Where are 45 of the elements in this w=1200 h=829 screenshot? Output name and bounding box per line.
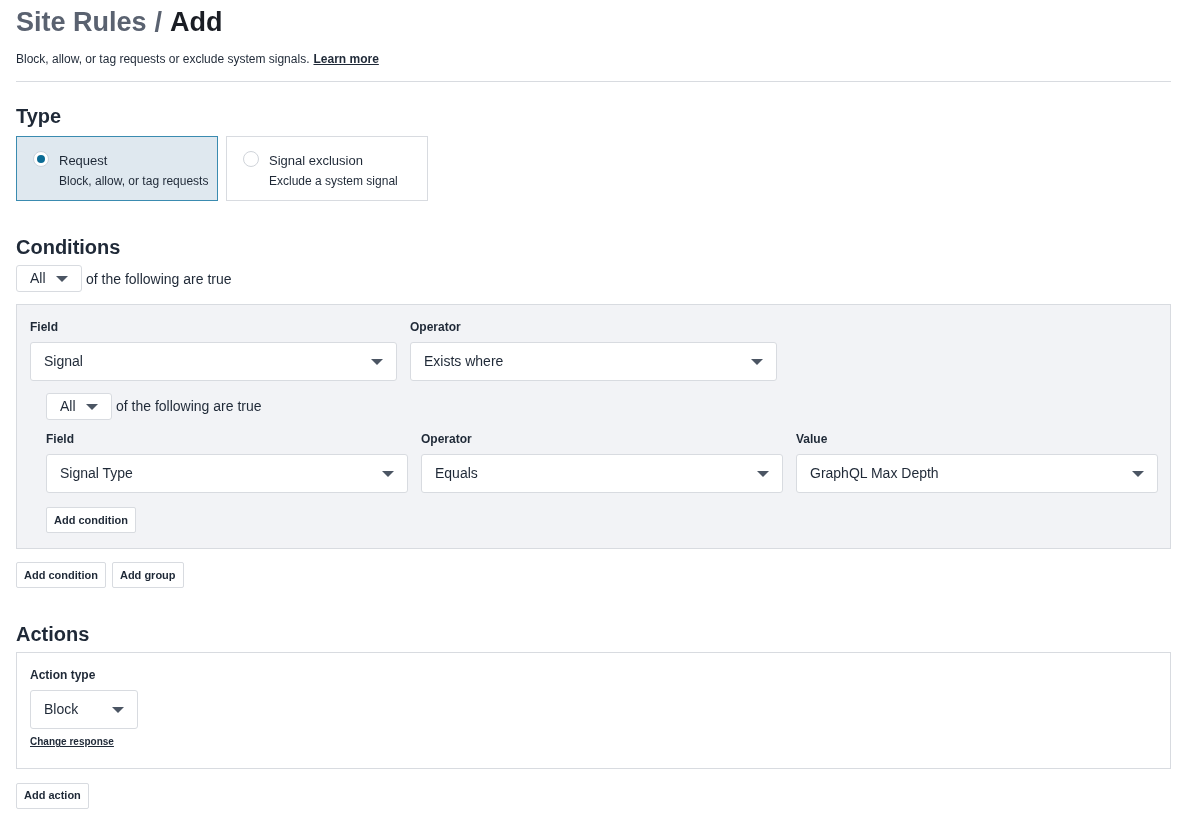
page-title: Add [170,6,223,38]
add-button[interactable]: Add group [111,562,184,589]
match-select[interactable]: All [46,393,112,420]
radio-button[interactable] [243,151,259,167]
caret-icon [382,470,394,477]
field-label: Operator [421,432,473,447]
field-label: Field [46,432,75,447]
caret-icon [56,275,68,282]
change-response-link[interactable]: Change response [30,735,114,749]
caret-icon [112,706,124,713]
dropdown-field[interactable]: GraphQL Max Depth [796,454,1158,493]
add-button[interactable]: Add action [16,782,89,809]
caret-icon [86,403,98,410]
dropdown-field[interactable]: Signal Type [46,454,408,493]
caret-icon [757,470,769,477]
dropdown-field[interactable]: Block [30,690,138,730]
option-subtitle: Exclude a system signal [269,173,398,189]
option-title: Signal exclusion [269,152,364,170]
caret-icon [751,358,763,365]
field-label: Value [796,432,829,447]
type-option-card[interactable]: Signal exclusion Exclude a system signal [226,136,428,201]
caret-icon [1132,470,1144,477]
caret-icon [371,358,383,365]
dropdown-field[interactable]: Signal [30,342,397,381]
field-label: Field [30,320,59,335]
match-text: of the following are true [86,269,232,288]
field-label: Operator [410,320,462,335]
breadcrumb-separator: / [154,6,163,38]
section-heading: Conditions [16,235,122,259]
match-select[interactable]: All [16,265,82,292]
type-option-card[interactable]: Request Block, allow, or tag requests [16,136,218,201]
breadcrumb-parent[interactable]: Site Rules [16,6,147,38]
add-button[interactable]: Add condition [16,562,106,589]
section-heading: Actions [16,622,91,647]
page-description: Block, allow, or tag requests or exclude system signals. [16,51,310,67]
option-title: Request [59,152,109,170]
dropdown-field[interactable]: Equals [421,454,783,493]
learn-more-link[interactable]: Learn more [313,51,379,67]
section-heading: Type [16,104,63,128]
add-button[interactable]: Add condition [46,507,136,534]
dropdown-field[interactable]: Exists where [410,342,777,381]
radio-button[interactable] [33,151,49,167]
match-text: of the following are true [116,397,262,416]
field-label: Action type [30,668,97,684]
option-subtitle: Block, allow, or tag requests [59,173,209,189]
